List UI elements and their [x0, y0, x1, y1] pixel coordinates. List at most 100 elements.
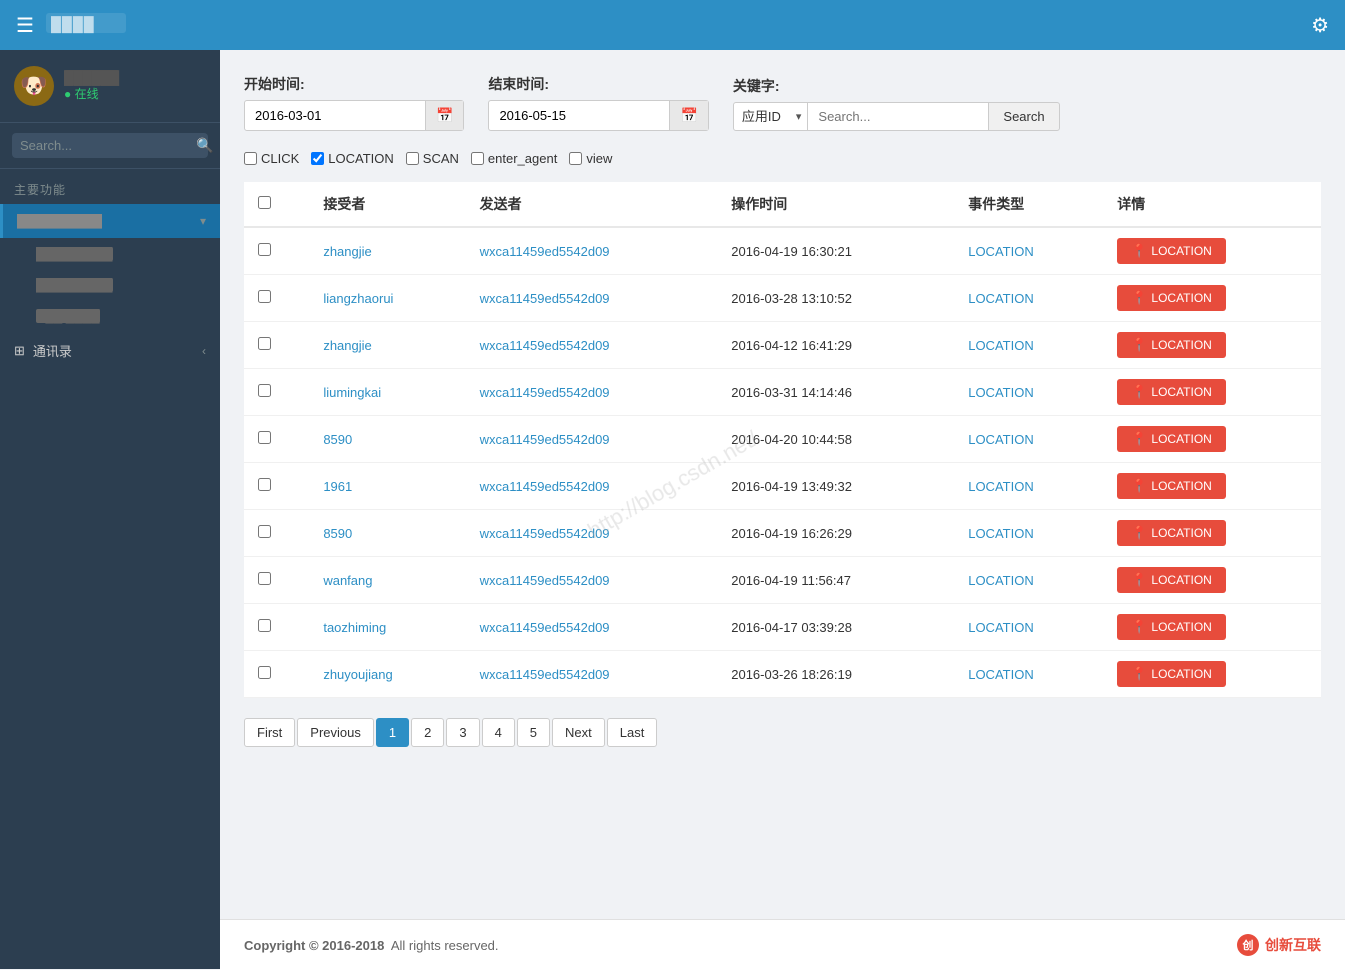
row-select-9[interactable] [258, 666, 271, 679]
table-row: taozhiming wxca11459ed5542d09 2016-04-17… [244, 604, 1321, 651]
first-page-button[interactable]: First [244, 718, 295, 747]
row-select-6[interactable] [258, 525, 271, 538]
keyword-search-input[interactable] [808, 102, 988, 131]
row-checkbox-5 [244, 463, 309, 510]
col-checkbox [244, 182, 309, 227]
next-page-button[interactable]: Next [552, 718, 605, 747]
row-detail-6: 📍 LOCATION [1103, 510, 1321, 557]
view-checkbox[interactable] [569, 152, 582, 165]
row-receiver-8[interactable]: taozhiming [309, 604, 465, 651]
location-button-6[interactable]: 📍 LOCATION [1117, 520, 1226, 546]
row-sender-1[interactable]: wxca11459ed5542d09 [466, 275, 718, 322]
checkbox-click: CLICK [244, 151, 299, 166]
page-2-button[interactable]: 2 [411, 718, 444, 747]
scan-checkbox[interactable] [406, 152, 419, 165]
start-time-calendar-btn[interactable]: 📅 [425, 101, 463, 130]
row-select-8[interactable] [258, 619, 271, 632]
select-all-checkbox[interactable] [258, 196, 271, 209]
table-row: zhangjie wxca11459ed5542d09 2016-04-19 1… [244, 227, 1321, 275]
location-button-0[interactable]: 📍 LOCATION [1117, 238, 1226, 264]
sidebar-search-wrap: 🔍 [12, 133, 208, 158]
location-checkbox[interactable] [311, 152, 324, 165]
location-button-2[interactable]: 📍 LOCATION [1117, 332, 1226, 358]
row-sender-2[interactable]: wxca11459ed5542d09 [466, 322, 718, 369]
row-sender-4[interactable]: wxca11459ed5542d09 [466, 416, 718, 463]
sidebar-sub-item-3[interactable]: G██ ████ [0, 300, 220, 331]
row-receiver-2[interactable]: zhangjie [309, 322, 465, 369]
row-receiver-0[interactable]: zhangjie [309, 227, 465, 275]
row-select-4[interactable] [258, 431, 271, 444]
sidebar-item-1-label: ██████████ [17, 214, 102, 228]
sidebar-search-icon[interactable]: 🔍 [196, 137, 213, 154]
sidebar-item-1[interactable]: ██████████ ▾ [0, 204, 220, 238]
row-sender-3[interactable]: wxca11459ed5542d09 [466, 369, 718, 416]
row-receiver-5[interactable]: 1961 [309, 463, 465, 510]
location-button-4[interactable]: 📍 LOCATION [1117, 426, 1226, 452]
row-select-7[interactable] [258, 572, 271, 585]
row-detail-1: 📍 LOCATION [1103, 275, 1321, 322]
row-detail-0: 📍 LOCATION [1103, 227, 1321, 275]
sidebar-sub-item-1[interactable]: █████████ [0, 238, 220, 269]
pin-icon-1: 📍 [1131, 290, 1147, 306]
page-4-button[interactable]: 4 [482, 718, 515, 747]
row-sender-0[interactable]: wxca11459ed5542d09 [466, 227, 718, 275]
row-time-0: 2016-04-19 16:30:21 [717, 227, 954, 275]
row-event-type-8: LOCATION [954, 604, 1103, 651]
filter-row: 开始时间: 📅 结束时间: 📅 关键字: 应用ID ▾ [244, 74, 1321, 131]
pin-icon-3: 📍 [1131, 384, 1147, 400]
page-5-button[interactable]: 5 [517, 718, 550, 747]
prev-page-button[interactable]: Previous [297, 718, 374, 747]
end-time-group: 结束时间: 📅 [488, 74, 708, 131]
location-button-9[interactable]: 📍 LOCATION [1117, 661, 1226, 687]
row-receiver-3[interactable]: liumingkai [309, 369, 465, 416]
row-select-5[interactable] [258, 478, 271, 491]
row-select-0[interactable] [258, 243, 271, 256]
enter-agent-checkbox[interactable] [471, 152, 484, 165]
sidebar-contacts[interactable]: ⊞ 通讯录 ‹ [0, 331, 220, 370]
location-button-5[interactable]: 📍 LOCATION [1117, 473, 1226, 499]
row-detail-7: 📍 LOCATION [1103, 557, 1321, 604]
row-receiver-6[interactable]: 8590 [309, 510, 465, 557]
row-detail-3: 📍 LOCATION [1103, 369, 1321, 416]
row-sender-7[interactable]: wxca11459ed5542d09 [466, 557, 718, 604]
row-sender-9[interactable]: wxca11459ed5542d09 [466, 651, 718, 698]
row-receiver-9[interactable]: zhuyoujiang [309, 651, 465, 698]
location-button-1[interactable]: 📍 LOCATION [1117, 285, 1226, 311]
table-row: liangzhaorui wxca11459ed5542d09 2016-03-… [244, 275, 1321, 322]
row-time-7: 2016-04-19 11:56:47 [717, 557, 954, 604]
location-button-7[interactable]: 📍 LOCATION [1117, 567, 1226, 593]
sidebar-user: 🐶 ██████ 在线 [0, 50, 220, 123]
settings-icon[interactable]: ⚙ [1311, 13, 1329, 38]
row-select-1[interactable] [258, 290, 271, 303]
hamburger-icon[interactable]: ☰ [16, 13, 34, 38]
start-time-input[interactable] [245, 102, 425, 129]
row-receiver-1[interactable]: liangzhaorui [309, 275, 465, 322]
page-3-button[interactable]: 3 [446, 718, 479, 747]
row-receiver-4[interactable]: 8590 [309, 416, 465, 463]
sidebar-search-input[interactable] [20, 138, 196, 153]
row-sender-8[interactable]: wxca11459ed5542d09 [466, 604, 718, 651]
page-1-button[interactable]: 1 [376, 718, 409, 747]
last-page-button[interactable]: Last [607, 718, 658, 747]
end-time-calendar-btn[interactable]: 📅 [669, 101, 707, 130]
main-content: 开始时间: 📅 结束时间: 📅 关键字: 应用ID ▾ [220, 50, 1345, 919]
checkbox-filter-row: CLICK LOCATION SCAN enter_agent view [244, 151, 1321, 166]
row-sender-6[interactable]: wxca11459ed5542d09 [466, 510, 718, 557]
location-button-3[interactable]: 📍 LOCATION [1117, 379, 1226, 405]
sidebar-sub-item-2[interactable]: █████████ [0, 269, 220, 300]
row-select-3[interactable] [258, 384, 271, 397]
search-button[interactable]: Search [988, 102, 1059, 131]
keyword-select[interactable]: 应用ID [734, 103, 790, 130]
row-sender-5[interactable]: wxca11459ed5542d09 [466, 463, 718, 510]
checkbox-view: view [569, 151, 612, 166]
start-time-group: 开始时间: 📅 [244, 74, 464, 131]
top-logo: ████ [46, 9, 126, 42]
row-select-2[interactable] [258, 337, 271, 350]
location-button-8[interactable]: 📍 LOCATION [1117, 614, 1226, 640]
click-checkbox[interactable] [244, 152, 257, 165]
row-receiver-7[interactable]: wanfang [309, 557, 465, 604]
row-event-type-0: LOCATION [954, 227, 1103, 275]
sidebar-item-1-left: ██████████ [17, 214, 102, 228]
footer-logo: 创 创新互联 [1237, 934, 1321, 956]
end-time-input[interactable] [489, 102, 669, 129]
